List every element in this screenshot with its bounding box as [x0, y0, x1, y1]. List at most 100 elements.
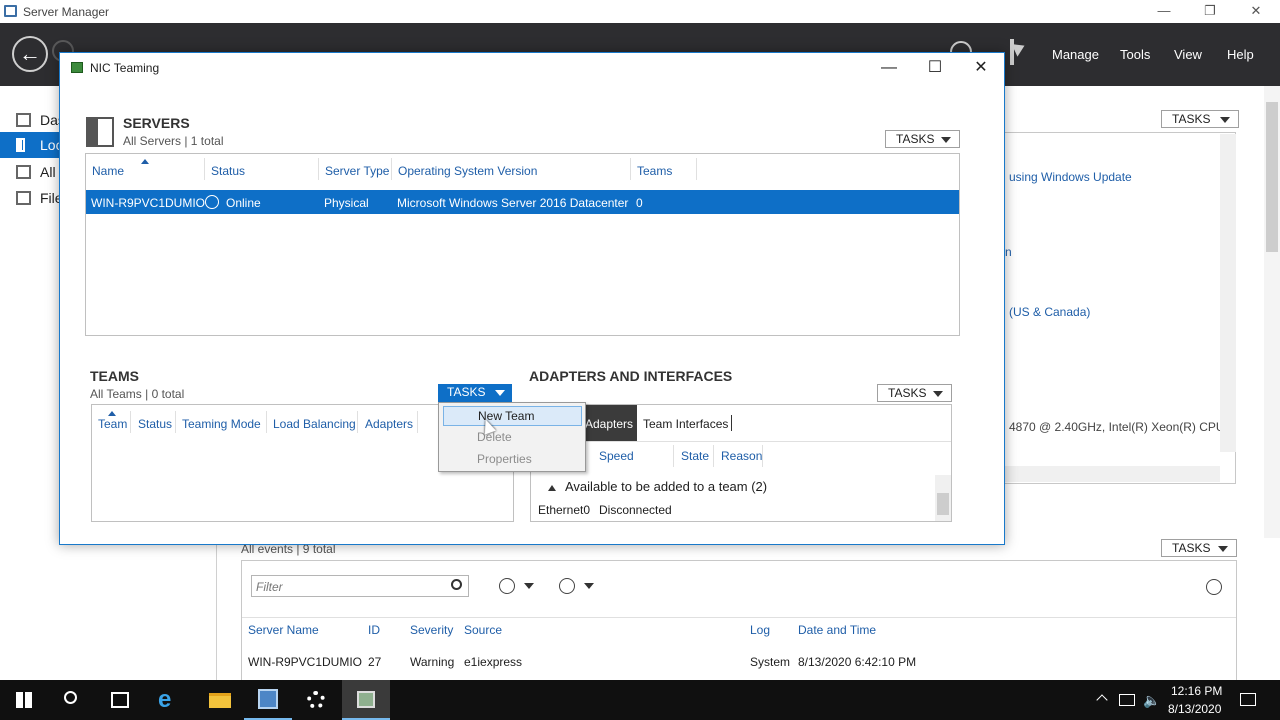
clock-time[interactable]: 12:16 PM: [1171, 684, 1222, 698]
collapse-group-icon[interactable]: [548, 485, 556, 491]
volume-icon[interactable]: 🔈: [1143, 692, 1160, 709]
server-manager-icon: [258, 689, 278, 709]
sidebar-item-file-services[interactable]: File: [0, 185, 63, 211]
column-log[interactable]: Log: [750, 623, 770, 637]
column-source[interactable]: Source: [464, 623, 502, 637]
taskbar-file-explorer[interactable]: [196, 680, 244, 720]
all-servers-icon: [16, 165, 31, 179]
column-separator: [175, 411, 176, 433]
windows-update-link[interactable]: using Windows Update: [1009, 170, 1132, 184]
chevron-down-icon: [933, 391, 943, 397]
tab-team-interfaces[interactable]: Team Interfaces: [643, 417, 728, 431]
table-cell: 8/13/2020 6:42:10 PM: [798, 655, 917, 669]
nic-teaming-titlebar: NIC Teaming — ☐ ✕: [60, 53, 1004, 83]
file-services-icon: [16, 191, 31, 205]
column-separator: [391, 158, 392, 180]
properties-tasks-button[interactable]: TASKS: [1161, 110, 1239, 128]
menu-view[interactable]: View: [1174, 47, 1202, 62]
servers-tasks-button[interactable]: TASKS: [885, 130, 960, 148]
back-button[interactable]: ←: [12, 36, 48, 72]
adapters-grid: Adapters Team Interfaces Speed State Rea…: [530, 404, 952, 522]
properties-vertical-scrollbar[interactable]: [1220, 134, 1236, 452]
chevron-down-icon: [495, 390, 505, 396]
column-team-status[interactable]: Status: [138, 417, 172, 431]
sidebar-item-dashboard[interactable]: Das: [0, 107, 65, 133]
teams-tasks-menu: New Team Delete Properties: [438, 402, 586, 472]
menu-item-new-team[interactable]: New Team: [443, 406, 582, 426]
column-team[interactable]: Team: [98, 417, 127, 431]
close-icon[interactable]: ✕: [958, 53, 1004, 83]
menu-tools[interactable]: Tools: [1120, 47, 1150, 62]
column-load-balancing[interactable]: Load Balancing: [273, 417, 356, 431]
sidebar-item-local-server[interactable]: Loc: [0, 132, 63, 158]
column-severity[interactable]: Severity: [410, 623, 453, 637]
servers-grid: Name Status Server Type Operating System…: [85, 153, 960, 336]
filter-input[interactable]: Filter: [256, 580, 283, 594]
task-view-button[interactable]: [96, 680, 144, 720]
chevron-up-icon[interactable]: [1096, 694, 1108, 706]
column-status[interactable]: Status: [211, 164, 245, 178]
restore-icon[interactable]: ❐: [1187, 0, 1233, 23]
adapter-name-cell[interactable]: Ethernet0: [538, 503, 590, 517]
servers-subtitle: All Servers | 1 total: [123, 134, 224, 148]
menu-item-properties: Properties: [477, 452, 532, 466]
list-options-icon[interactable]: [499, 578, 515, 594]
minimize-icon[interactable]: —: [866, 53, 912, 83]
timezone-link[interactable]: (US & Canada): [1009, 305, 1090, 319]
server-manager-app-icon: [4, 5, 17, 17]
action-center-icon[interactable]: [1240, 693, 1256, 706]
column-speed[interactable]: Speed: [599, 449, 634, 463]
menu-manage[interactable]: Manage: [1052, 47, 1099, 62]
column-adapters[interactable]: Adapters: [365, 417, 413, 431]
os-version-cell: Microsoft Windows Server 2016 Datacenter: [397, 196, 629, 210]
adapters-heading: ADAPTERS AND INTERFACES: [529, 368, 733, 384]
close-icon[interactable]: ✕: [1233, 0, 1279, 23]
taskbar-server-manager[interactable]: [244, 680, 292, 720]
sidebar-item-all-servers[interactable]: All: [0, 159, 60, 185]
column-server-type[interactable]: Server Type: [325, 164, 389, 178]
teams-tasks-button[interactable]: TASKS: [438, 384, 512, 402]
column-id[interactable]: ID: [368, 623, 380, 637]
column-os-version[interactable]: Operating System Version: [398, 164, 537, 178]
column-server-name[interactable]: Server Name: [248, 623, 319, 637]
page-scrollbar-thumb[interactable]: [1266, 102, 1278, 252]
taskbar-nic-teaming[interactable]: [342, 680, 390, 720]
adapter-state-cell: Disconnected: [599, 503, 672, 517]
column-date-time[interactable]: Date and Time: [798, 623, 876, 637]
nic-teaming-app-icon: [71, 62, 83, 73]
column-teaming-mode[interactable]: Teaming Mode: [182, 417, 261, 431]
online-status-icon: [205, 195, 219, 209]
chevron-down-icon[interactable]: [524, 583, 534, 589]
column-state[interactable]: State: [681, 449, 709, 463]
column-name[interactable]: Name: [92, 164, 124, 178]
network-icon[interactable]: [1119, 694, 1135, 706]
minimize-icon[interactable]: —: [1141, 0, 1187, 23]
column-teams[interactable]: Teams: [637, 164, 672, 178]
menu-item-delete: Delete: [477, 430, 512, 444]
start-button[interactable]: [0, 680, 48, 720]
search-button[interactable]: [48, 680, 96, 720]
taskbar-settings[interactable]: [292, 680, 340, 720]
column-reason[interactable]: Reason: [721, 449, 762, 463]
property-link-2[interactable]: n: [1005, 245, 1012, 259]
tab-separator: [731, 415, 732, 431]
table-cell: Warning: [410, 655, 455, 669]
sort-ascending-icon: [141, 159, 149, 164]
clock-date[interactable]: 8/13/2020: [1168, 702, 1221, 716]
events-tasks-button[interactable]: TASKS: [1161, 539, 1237, 557]
expand-circle-icon[interactable]: [1206, 579, 1222, 595]
adapters-scrollbar-thumb[interactable]: [937, 493, 949, 515]
table-row[interactable]: WIN-R9PVC1DUMIO Online Physical Microsof…: [86, 190, 959, 214]
chevron-down-icon[interactable]: [584, 583, 594, 589]
menu-help[interactable]: Help: [1227, 47, 1254, 62]
search-icon[interactable]: [451, 579, 462, 590]
properties-horizontal-scrollbar[interactable]: [1005, 466, 1220, 482]
teams-subtitle: All Teams | 0 total: [90, 387, 185, 401]
save-query-icon[interactable]: [559, 578, 575, 594]
adapter-group-label[interactable]: Available to be added to a team (2): [565, 479, 767, 494]
maximize-icon[interactable]: ☐: [912, 53, 958, 83]
column-separator: [417, 411, 418, 433]
taskbar-internet-explorer[interactable]: e: [144, 680, 192, 720]
events-filter-box[interactable]: Filter: [251, 575, 469, 597]
adapters-tasks-button[interactable]: TASKS: [877, 384, 952, 402]
